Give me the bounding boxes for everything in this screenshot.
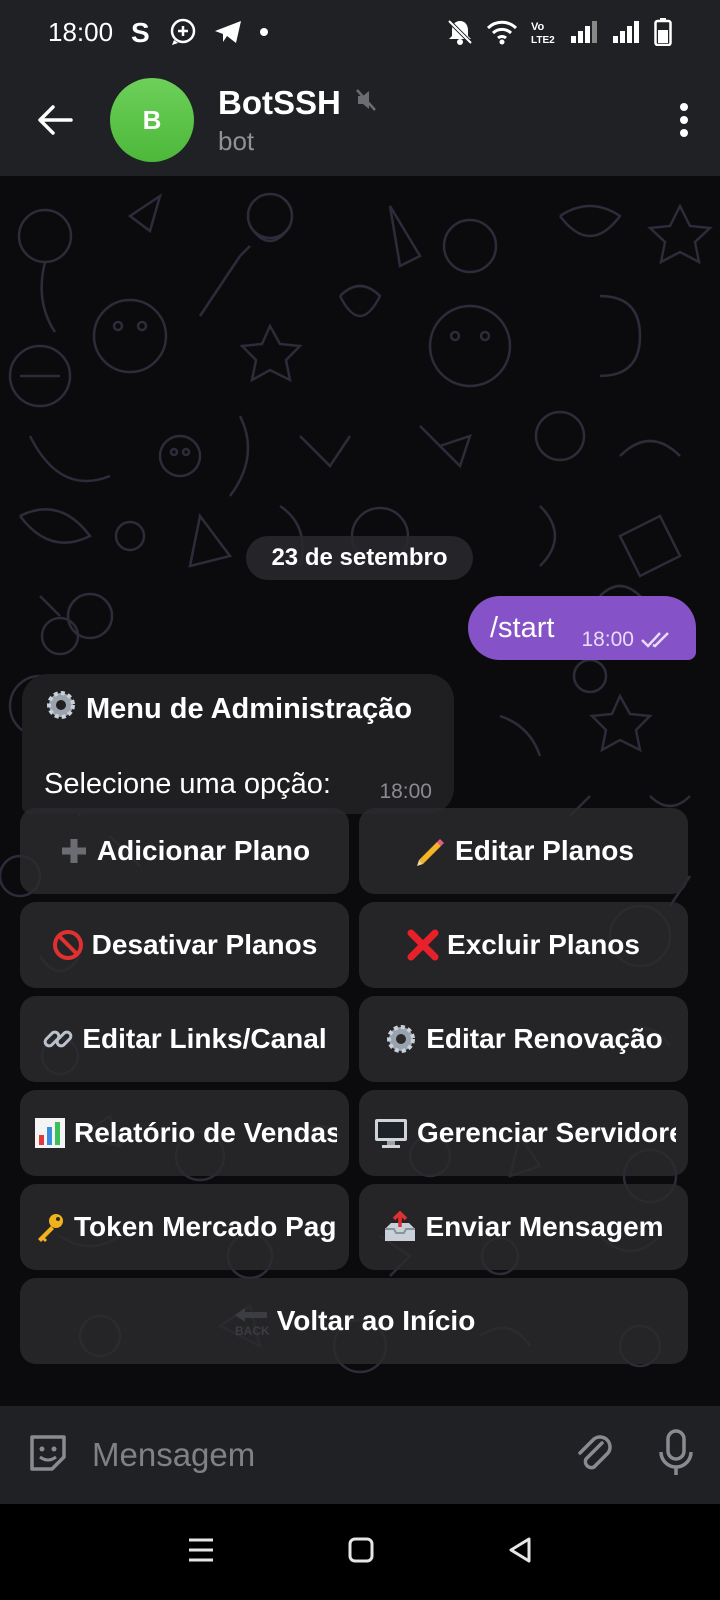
double-check-icon xyxy=(641,632,669,648)
message-text: /start xyxy=(490,611,555,644)
chat-title: BotSSH xyxy=(218,83,341,121)
status-time: 18:00 xyxy=(48,16,114,47)
dot-icon xyxy=(259,27,269,37)
gear-icon xyxy=(44,688,78,730)
more-vert-icon xyxy=(680,103,688,137)
bell-off-icon xyxy=(446,18,474,46)
delete-plans-button[interactable]: Excluir Planos xyxy=(359,902,688,988)
sales-report-button[interactable]: Relatório de Vendas xyxy=(20,1090,349,1176)
arrow-left-icon xyxy=(38,105,73,135)
prohibited-icon xyxy=(52,929,84,961)
date-separator: 23 de setembro xyxy=(246,536,473,580)
more-options-button[interactable] xyxy=(648,64,720,176)
chat-subtitle: bot xyxy=(218,125,255,156)
recent-apps-button[interactable] xyxy=(187,1537,215,1568)
message-text: Selecione uma opção: xyxy=(44,768,331,800)
back-button[interactable] xyxy=(0,64,110,176)
pencil-icon xyxy=(413,834,447,868)
disable-plans-button[interactable]: Desativar Planos xyxy=(20,902,349,988)
outbox-tray-icon xyxy=(383,1211,417,1243)
signal-icon xyxy=(612,20,642,44)
skype-icon: S xyxy=(129,18,153,46)
message-input[interactable]: Mensagem xyxy=(92,1436,572,1474)
link-icon xyxy=(42,1023,74,1055)
edit-plans-button[interactable]: Editar Planos xyxy=(359,808,688,894)
incoming-message[interactable]: Menu de Administração Selecione uma opçã… xyxy=(22,674,454,814)
svg-text:LTE2: LTE2 xyxy=(531,35,555,46)
message-input-bar: Mensagem xyxy=(0,1406,720,1504)
sticker-icon[interactable] xyxy=(24,1429,72,1482)
send-message-button[interactable]: Enviar Mensagem xyxy=(359,1184,688,1270)
telegram-icon xyxy=(213,19,243,45)
system-back-button[interactable] xyxy=(507,1536,533,1569)
bar-chart-icon xyxy=(34,1117,66,1149)
add-plan-button[interactable]: Adicionar Plano xyxy=(20,808,349,894)
volte-icon: Vo LTE2 xyxy=(530,18,558,46)
signal-icon xyxy=(570,20,600,44)
back-arrow-icon: BACK xyxy=(233,1305,269,1337)
mercado-pago-token-button[interactable]: Token Mercado Pago xyxy=(20,1184,349,1270)
edit-links-button[interactable]: Editar Links/Canal xyxy=(20,996,349,1082)
gear-icon xyxy=(384,1022,418,1056)
back-to-start-button[interactable]: BACK Voltar ao Início xyxy=(20,1278,688,1364)
chat-area[interactable]: 23 de setembro /start 18:00 Menu de Admi… xyxy=(0,176,720,1406)
manage-servers-button[interactable]: Gerenciar Servidores xyxy=(359,1090,688,1176)
message-title: Menu de Administração xyxy=(86,692,413,725)
svg-text:S: S xyxy=(131,18,150,46)
svg-text:BACK: BACK xyxy=(235,1324,269,1337)
message-time: 18:00 xyxy=(379,780,432,803)
wifi-icon xyxy=(486,19,518,45)
plus-icon xyxy=(59,836,89,866)
chat-header: B BotSSH bot xyxy=(0,64,720,176)
system-nav-bar xyxy=(0,1504,720,1600)
battery-icon xyxy=(654,18,672,46)
edit-renewal-button[interactable]: Editar Renovação xyxy=(359,996,688,1082)
svg-text:Vo: Vo xyxy=(531,21,545,33)
chat-plus-icon xyxy=(169,18,197,46)
chat-info[interactable]: BotSSH bot xyxy=(218,84,377,157)
home-button[interactable] xyxy=(348,1537,374,1568)
outgoing-message[interactable]: /start 18:00 xyxy=(468,596,696,660)
microphone-icon[interactable] xyxy=(656,1428,696,1483)
computer-icon xyxy=(373,1117,409,1149)
avatar[interactable]: B xyxy=(110,78,194,162)
cross-icon xyxy=(407,929,439,961)
key-icon xyxy=(34,1211,66,1243)
muted-icon xyxy=(355,88,377,117)
status-bar: 18:00 S Vo LTE2 xyxy=(0,0,720,64)
message-time: 18:00 xyxy=(581,628,634,651)
attach-icon[interactable] xyxy=(572,1429,616,1482)
